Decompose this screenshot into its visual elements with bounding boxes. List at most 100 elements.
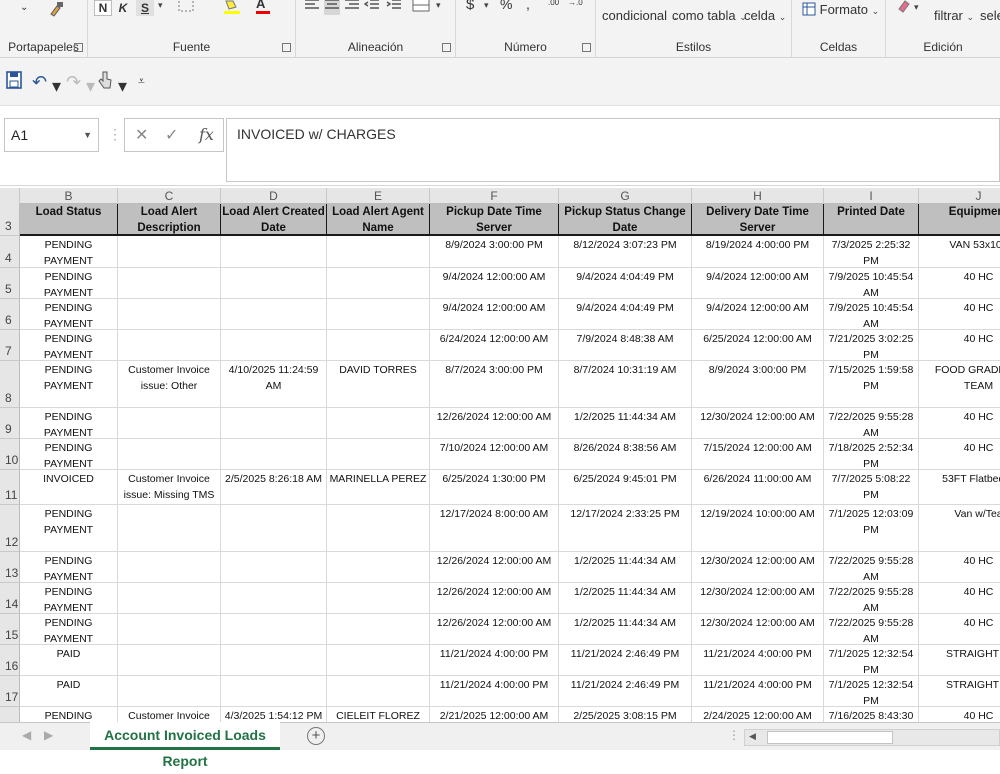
- number-launcher-icon[interactable]: [582, 43, 591, 52]
- table-cell[interactable]: 11/21/2024 2:46:49 PM: [559, 676, 692, 707]
- column-header-i[interactable]: I: [824, 188, 919, 204]
- customize-qat-icon[interactable]: ⩡: [138, 74, 145, 89]
- table-cell[interactable]: [221, 268, 327, 299]
- cell-styles-button[interactable]: celda ⌄: [744, 8, 786, 23]
- alignment-launcher-icon[interactable]: [442, 43, 451, 52]
- increase-decimal-icon[interactable]: →.0: [568, 0, 583, 7]
- table-cell[interactable]: PENDING PAYMENT: [20, 408, 118, 439]
- header-cell[interactable]: Pickup Date Time Server: [430, 204, 559, 236]
- table-cell[interactable]: 11/21/2024 4:00:00 PM: [430, 676, 559, 707]
- table-cell[interactable]: 40 HC: [919, 583, 1000, 614]
- header-cell[interactable]: Equipment: [919, 204, 1000, 236]
- table-cell[interactable]: [221, 583, 327, 614]
- table-cell[interactable]: 8/9/2024 3:00:00 PM: [430, 236, 559, 268]
- decrease-indent-icon[interactable]: [363, 0, 380, 15]
- table-cell[interactable]: [221, 330, 327, 361]
- table-cell[interactable]: [118, 583, 221, 614]
- table-cell[interactable]: Van w/Tea: [919, 505, 1000, 552]
- table-cell[interactable]: [221, 299, 327, 330]
- column-header-h[interactable]: H: [692, 188, 824, 204]
- table-cell[interactable]: PENDING PAYMENT: [20, 268, 118, 299]
- table-cell[interactable]: 8/19/2024 4:00:00 PM: [692, 236, 824, 268]
- table-cell[interactable]: PENDING PAYMENT: [20, 552, 118, 583]
- table-cell[interactable]: 12/30/2024 12:00:00 AM: [692, 583, 824, 614]
- find-select-button[interactable]: selec: [980, 8, 1000, 23]
- scroll-thumb[interactable]: [767, 731, 893, 744]
- save-icon[interactable]: [6, 71, 22, 94]
- row-header[interactable]: 17: [0, 676, 20, 707]
- table-cell[interactable]: 2/24/2025 12:00:00 AM: [692, 707, 824, 722]
- table-cell[interactable]: [118, 439, 221, 470]
- next-sheet-icon[interactable]: ▶: [44, 728, 53, 742]
- row-header[interactable]: 4: [0, 236, 20, 268]
- touch-mode-icon[interactable]: [98, 70, 112, 95]
- row-header[interactable]: 16: [0, 645, 20, 676]
- row-header[interactable]: 15: [0, 614, 20, 645]
- format-as-table-button[interactable]: como tabla ⌄: [672, 8, 747, 23]
- row-header[interactable]: 5: [0, 268, 20, 299]
- undo-dropdown-icon[interactable]: ▾: [52, 76, 61, 97]
- table-cell[interactable]: [118, 408, 221, 439]
- merge-dropdown-icon[interactable]: ▾: [436, 0, 441, 11]
- table-cell[interactable]: PENDING PAYMENT: [20, 439, 118, 470]
- currency-dropdown-icon[interactable]: ▾: [484, 0, 489, 11]
- table-cell[interactable]: 40 HC: [919, 614, 1000, 645]
- header-cell[interactable]: Printed Date: [824, 204, 919, 236]
- undo-icon[interactable]: ↶: [32, 72, 47, 93]
- clear-dropdown-icon[interactable]: ▾: [914, 2, 919, 13]
- table-cell[interactable]: 1/2/2025 11:44:34 AM: [559, 583, 692, 614]
- table-cell[interactable]: 2/25/2025 3:08:15 PM: [559, 707, 692, 722]
- align-left-icon[interactable]: [304, 0, 320, 15]
- scroll-left-icon[interactable]: ◀: [749, 731, 756, 742]
- table-cell[interactable]: [327, 268, 430, 299]
- formula-input[interactable]: INVOICED w/ CHARGES: [226, 118, 1000, 182]
- row-header[interactable]: 8: [0, 361, 20, 408]
- table-cell[interactable]: 6/26/2024 11:00:00 AM: [692, 470, 824, 505]
- table-cell[interactable]: 7/1/2025 12:32:54 PM: [824, 645, 919, 676]
- merge-center-icon[interactable]: [412, 0, 432, 17]
- table-cell[interactable]: [327, 299, 430, 330]
- table-cell[interactable]: [327, 552, 430, 583]
- percent-button[interactable]: %: [500, 0, 512, 12]
- column-header-d[interactable]: D: [221, 188, 327, 204]
- table-cell[interactable]: 12/26/2024 12:00:00 AM: [430, 614, 559, 645]
- table-cell[interactable]: 4/3/2025 1:54:12 PM: [221, 707, 327, 722]
- table-cell[interactable]: Customer Invoice issue:: [118, 707, 221, 722]
- select-all-corner[interactable]: [0, 188, 20, 204]
- table-cell[interactable]: 40 HC: [919, 330, 1000, 361]
- clear-icon[interactable]: [896, 0, 912, 17]
- increase-indent-icon[interactable]: [386, 0, 402, 15]
- table-cell[interactable]: 7/22/2025 9:55:28 AM: [824, 614, 919, 645]
- table-cell[interactable]: PENDING PAYMENT: [20, 236, 118, 268]
- table-cell[interactable]: 6/25/2024 12:00:00 AM: [692, 330, 824, 361]
- table-cell[interactable]: [118, 614, 221, 645]
- table-cell[interactable]: 12/17/2024 2:33:25 PM: [559, 505, 692, 552]
- row-header[interactable]: 18: [0, 707, 20, 722]
- sheet-tab-active[interactable]: Account Invoiced Loads Report: [90, 722, 280, 769]
- table-cell[interactable]: Customer Invoice issue: Other: [118, 361, 221, 408]
- table-cell[interactable]: 8/9/2024 3:00:00 PM: [692, 361, 824, 408]
- table-cell[interactable]: 4/10/2025 11:24:59 AM: [221, 361, 327, 408]
- table-cell[interactable]: PENDING PAYMENT: [20, 505, 118, 552]
- table-cell[interactable]: [118, 505, 221, 552]
- table-cell[interactable]: 1/2/2025 11:44:34 AM: [559, 614, 692, 645]
- table-cell[interactable]: PENDING PAYMENT: [20, 330, 118, 361]
- table-cell[interactable]: 8/7/2024 3:00:00 PM: [430, 361, 559, 408]
- table-cell[interactable]: DAVID TORRES: [327, 361, 430, 408]
- horizontal-scrollbar[interactable]: ◀: [744, 729, 1000, 746]
- table-cell[interactable]: [118, 268, 221, 299]
- format-cells-button[interactable]: Formato ⌄: [802, 2, 879, 17]
- table-cell[interactable]: [327, 408, 430, 439]
- row-header[interactable]: 13: [0, 552, 20, 583]
- table-cell[interactable]: 7/22/2025 9:55:28 AM: [824, 583, 919, 614]
- table-cell[interactable]: 7/18/2025 2:52:34 PM: [824, 439, 919, 470]
- table-cell[interactable]: 2/21/2025 12:00:00 AM: [430, 707, 559, 722]
- column-header-j[interactable]: J: [919, 188, 1000, 204]
- table-cell[interactable]: [221, 645, 327, 676]
- table-cell[interactable]: 40 HC: [919, 408, 1000, 439]
- clipboard-launcher-icon[interactable]: [74, 43, 83, 52]
- header-cell[interactable]: Load Status: [20, 204, 118, 236]
- name-box[interactable]: A1 ▼: [4, 118, 99, 152]
- table-cell[interactable]: 7/1/2025 12:03:09 PM: [824, 505, 919, 552]
- tab-splitter-icon[interactable]: ⋮: [728, 728, 740, 742]
